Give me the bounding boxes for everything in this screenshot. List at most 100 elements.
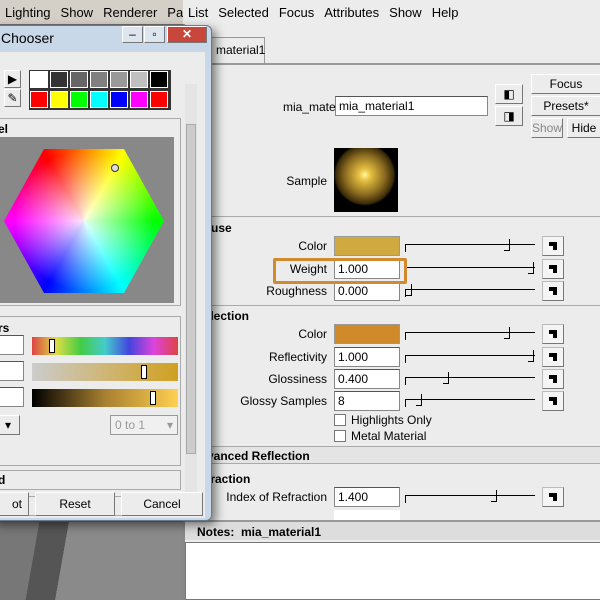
hide-button[interactable]: Hide [567, 118, 600, 138]
menu-selected[interactable]: Selected [213, 5, 274, 20]
slider-handle[interactable] [503, 327, 510, 339]
presets-button[interactable]: Presets* [531, 96, 600, 116]
scrollbar-thumb[interactable] [186, 124, 196, 454]
node-name-field[interactable]: mia_material1 [335, 96, 488, 116]
accept-button[interactable]: ot [0, 492, 29, 516]
ior-field[interactable]: 1.400 [334, 487, 400, 507]
color-swatch[interactable] [30, 91, 48, 108]
maximize-button[interactable]: ▫ [144, 26, 165, 43]
glossiness-slider[interactable] [405, 372, 535, 385]
mode-dropdown[interactable]: ▾ [0, 415, 20, 435]
menu-show[interactable]: Show [384, 5, 427, 20]
slider-handle[interactable] [442, 372, 449, 384]
glossy-samples-slider[interactable] [405, 394, 535, 407]
color-swatch[interactable] [150, 71, 168, 88]
color-swatch[interactable] [150, 91, 168, 108]
viewport[interactable] [0, 522, 183, 600]
menu-lighting[interactable]: Lighting [0, 5, 56, 20]
ior-slider[interactable] [405, 490, 535, 503]
hue-field[interactable] [0, 335, 24, 355]
reflection-color-slider[interactable] [405, 327, 535, 340]
diffuse-weight-slider[interactable] [405, 262, 535, 275]
focus-button[interactable]: Focus [531, 74, 600, 94]
slider-handle[interactable] [48, 339, 55, 353]
menu-list[interactable]: List [183, 5, 213, 20]
color-swatch[interactable] [90, 91, 108, 108]
color-picker-handle[interactable] [111, 164, 119, 172]
value-field[interactable] [0, 387, 24, 407]
color-hex-area[interactable] [0, 137, 174, 303]
chooser-scrollbar[interactable] [185, 84, 197, 514]
section-wheel-header: el [0, 122, 9, 136]
slider-handle[interactable] [415, 394, 422, 406]
diffuse-color-slider[interactable] [405, 239, 535, 252]
slider-handle[interactable] [503, 239, 510, 251]
slider-handle[interactable] [528, 262, 534, 274]
menu-renderer[interactable]: Renderer [98, 5, 162, 20]
color-hexagon[interactable] [4, 149, 164, 293]
color-swatch[interactable] [110, 71, 128, 88]
color-swatch[interactable] [50, 71, 68, 88]
reflection-color-map-button[interactable] [542, 324, 564, 344]
slider-handle[interactable] [141, 365, 148, 379]
glossy-samples-field[interactable]: 8 [334, 391, 400, 411]
reflectivity-map-button[interactable] [542, 347, 564, 367]
reflection-color-swatch[interactable] [334, 324, 400, 344]
glossiness-map-button[interactable] [542, 369, 564, 389]
diffuse-roughness-field[interactable]: 0.000 [334, 281, 400, 301]
reset-button[interactable]: Reset [35, 492, 115, 516]
saturation-slider[interactable] [32, 363, 178, 381]
diffuse-roughness-map-button[interactable] [542, 281, 564, 301]
color-swatch[interactable] [130, 91, 148, 108]
output-connections-button[interactable]: ◨ [495, 106, 523, 126]
highlights-only-label: Highlights Only [351, 413, 432, 427]
material-sample-swatch [334, 148, 398, 212]
color-swatch[interactable] [70, 91, 88, 108]
slider-handle[interactable] [149, 391, 156, 405]
menu-show[interactable]: Show [56, 5, 99, 20]
color-swatch[interactable] [130, 71, 148, 88]
slider-handle[interactable] [406, 284, 412, 296]
range-dropdown[interactable]: 0 to 1 ▾ [110, 415, 178, 435]
viewport-menu-bar: Lighting Show Renderer Panel [0, 0, 201, 24]
menu-attributes[interactable]: Attributes [319, 5, 384, 20]
refraction-color-swatch[interactable] [334, 510, 400, 520]
reflectivity-slider[interactable] [405, 350, 535, 363]
notes-label: Notes: [197, 525, 235, 539]
notes-bar: Notes: mia_material1 [185, 520, 600, 540]
section-advanced-reflection[interactable]: Advanced Reflection [185, 446, 600, 464]
color-swatch[interactable] [30, 71, 48, 88]
saturation-field[interactable] [0, 361, 24, 381]
highlights-only-checkbox[interactable] [334, 414, 346, 426]
glossy-samples-map-button[interactable] [542, 391, 564, 411]
ior-map-button[interactable] [542, 487, 564, 507]
show-button[interactable]: Show [531, 118, 563, 138]
cancel-button[interactable]: Cancel [121, 492, 203, 516]
notes-textarea[interactable] [185, 542, 600, 600]
input-connections-button[interactable]: ◧ [495, 84, 523, 104]
color-swatch[interactable] [50, 91, 68, 108]
menu-help[interactable]: Help [427, 5, 464, 20]
reflectivity-field[interactable]: 1.000 [334, 347, 400, 367]
minimize-button[interactable]: – [122, 26, 143, 43]
diffuse-weight-map-button[interactable] [542, 259, 564, 279]
value-slider[interactable] [32, 389, 178, 407]
slider-handle[interactable] [528, 350, 534, 362]
slider-handle[interactable] [491, 490, 498, 502]
section-3-header[interactable]: d [0, 470, 181, 490]
glossiness-field[interactable]: 0.400 [334, 369, 400, 389]
eyedropper-icon[interactable]: ✎ [4, 89, 21, 107]
hue-slider[interactable] [32, 337, 178, 355]
notes-node: mia_material1 [241, 525, 322, 539]
color-swatch[interactable] [90, 71, 108, 88]
diffuse-roughness-slider[interactable] [405, 284, 535, 297]
diffuse-color-map-button[interactable] [542, 236, 564, 256]
metal-material-checkbox[interactable] [334, 430, 346, 442]
color-swatch[interactable] [70, 71, 88, 88]
play-icon[interactable]: ▶ [4, 70, 21, 88]
sliders-frame: rs ▾ 0 to 1 ▾ [0, 316, 181, 466]
menu-focus[interactable]: Focus [274, 5, 319, 20]
color-swatch[interactable] [110, 91, 128, 108]
close-button[interactable]: ✕ [167, 26, 207, 43]
diffuse-color-swatch[interactable] [334, 236, 400, 256]
